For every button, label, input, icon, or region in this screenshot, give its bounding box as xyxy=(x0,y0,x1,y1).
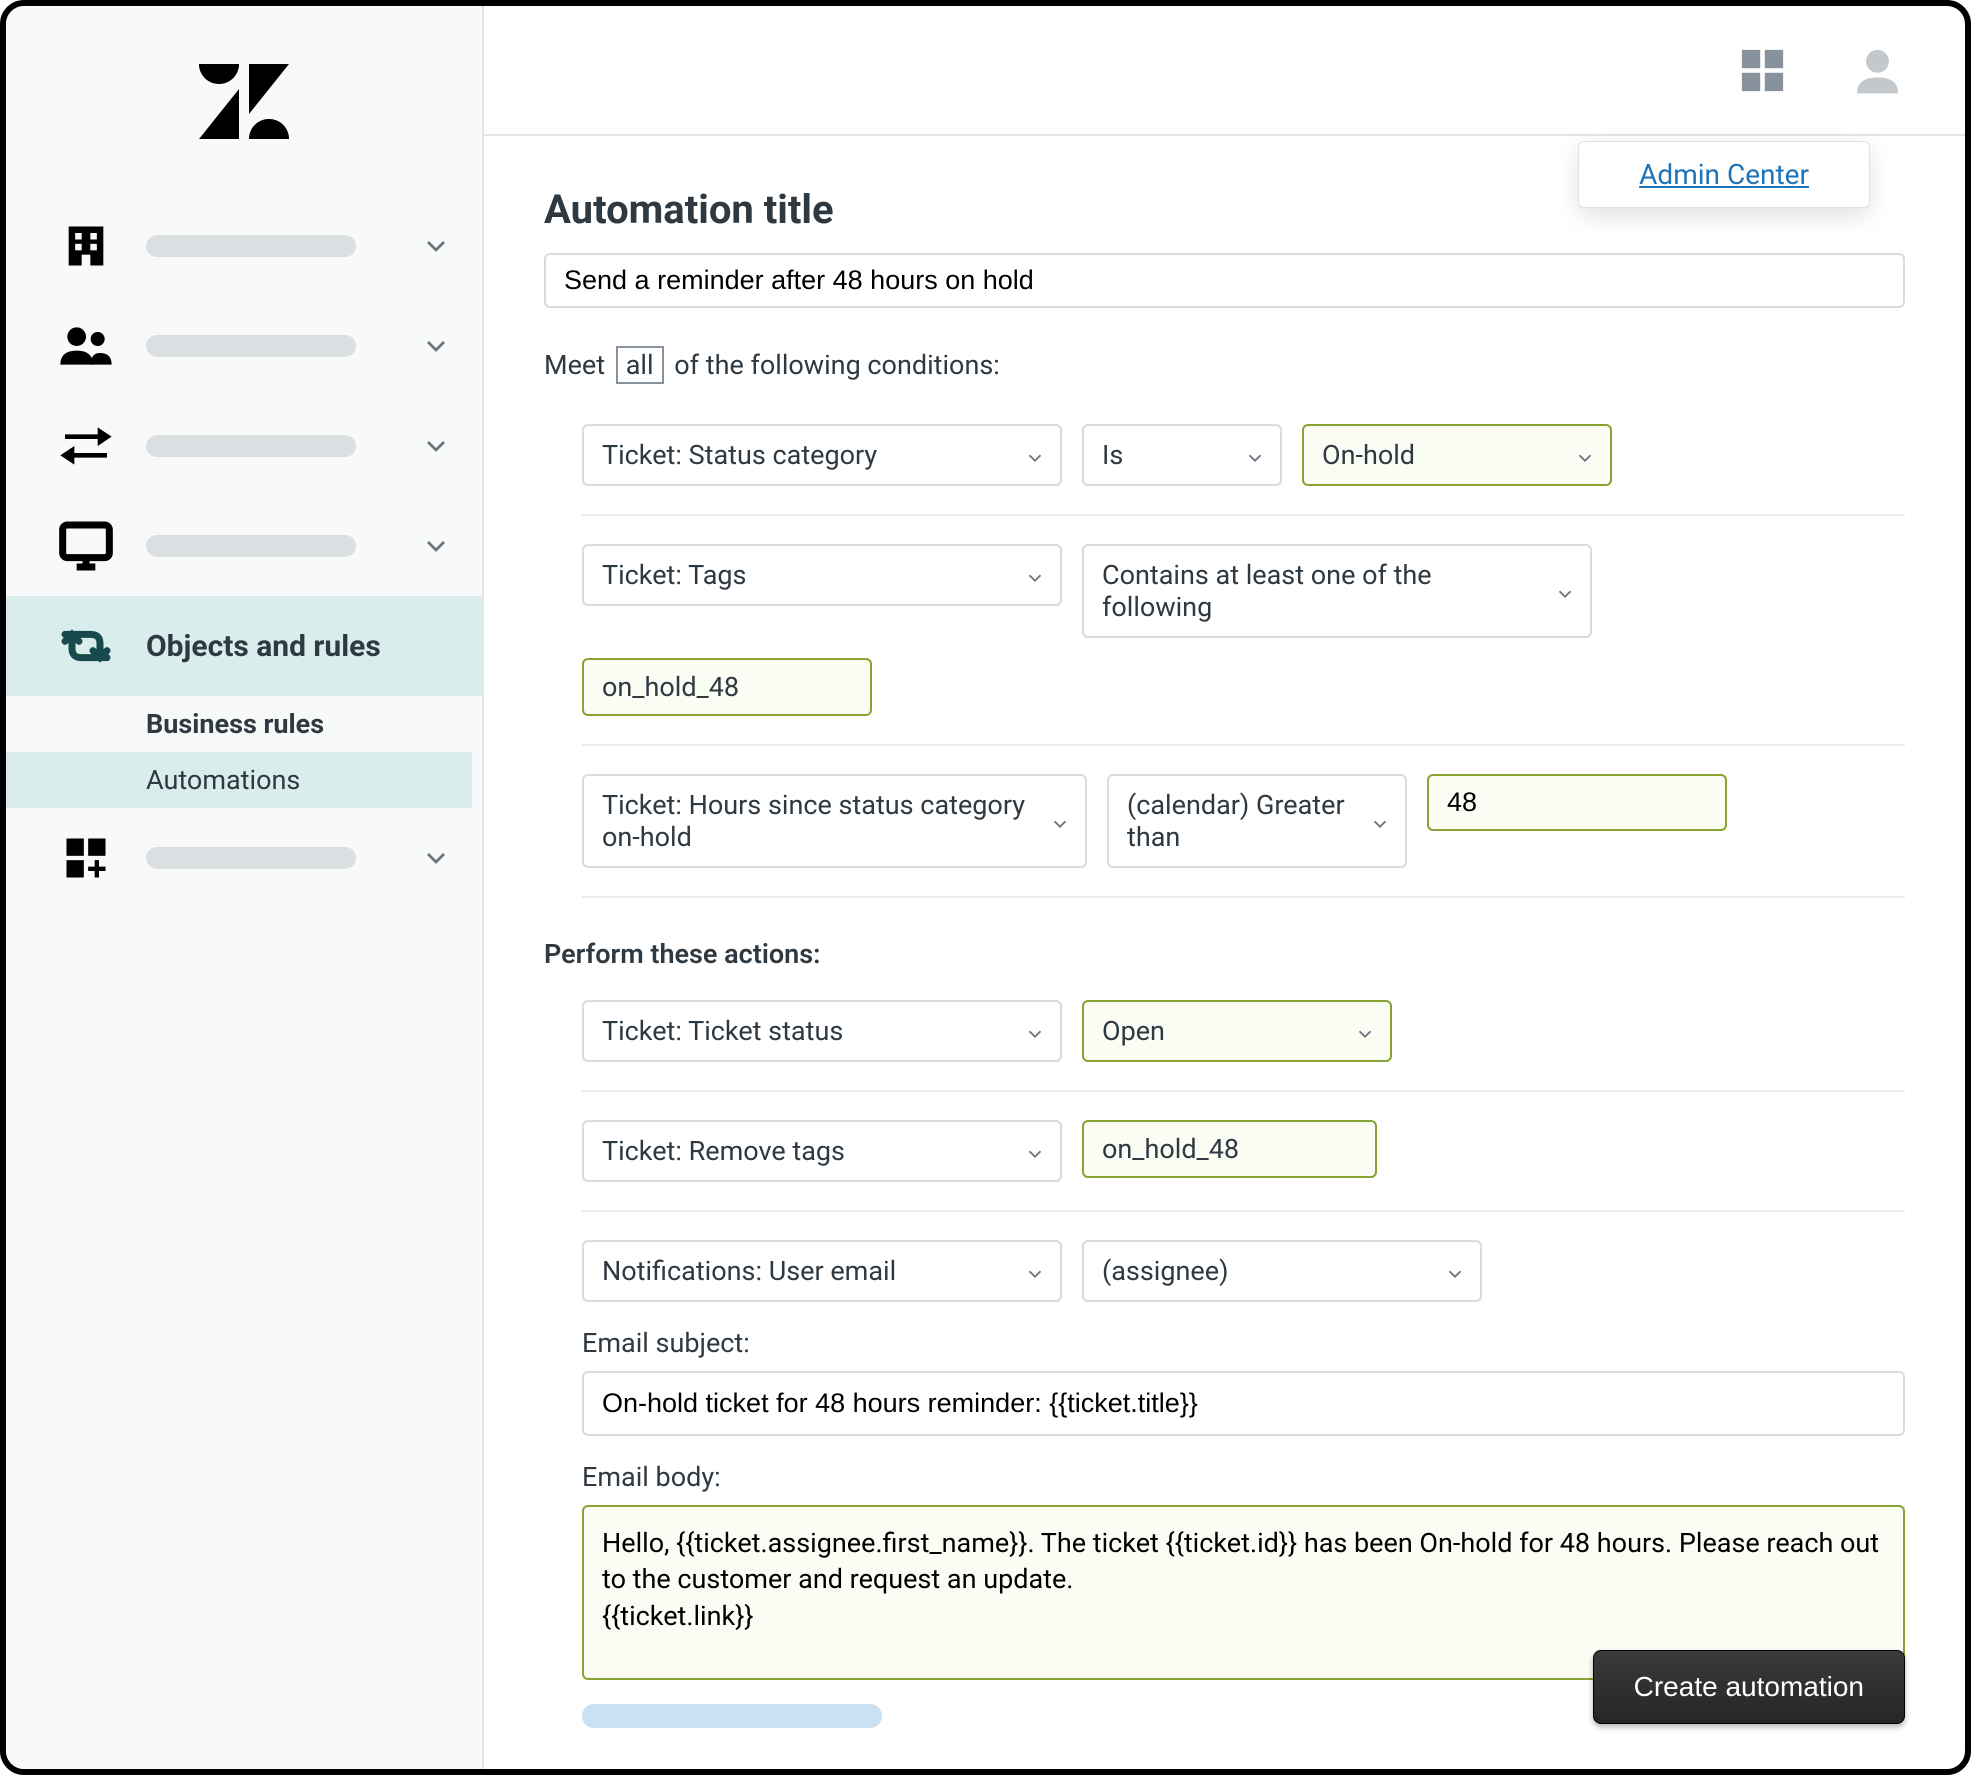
building-icon xyxy=(56,216,116,276)
email-subject-label: Email subject: xyxy=(582,1327,1905,1359)
condition-operator-select[interactable]: (calendar) Greater than xyxy=(1107,774,1407,868)
conditions-intro: Meet all of the following conditions: xyxy=(544,346,1905,384)
action-tag-input[interactable]: on_hold_48 xyxy=(1082,1120,1377,1178)
nav-item-people[interactable] xyxy=(6,296,482,396)
topbar xyxy=(484,6,1965,136)
chevron-down-icon xyxy=(1024,1020,1046,1042)
condition-row: Ticket: Hours since status category on-h… xyxy=(582,774,1905,868)
action-value-select[interactable]: (assignee) xyxy=(1082,1240,1482,1302)
subnav-business-rules[interactable]: Business rules xyxy=(146,696,482,752)
content: Automation title Meet all of the followi… xyxy=(484,136,1965,1769)
condition-field-select[interactable]: Ticket: Status category xyxy=(582,424,1062,486)
divider xyxy=(582,744,1905,746)
nav-item-apps[interactable] xyxy=(6,808,482,908)
condition-field-select[interactable]: Ticket: Hours since status category on-h… xyxy=(582,774,1087,868)
sub-nav: Business rules Automations xyxy=(6,696,482,808)
routing-icon xyxy=(56,616,116,676)
add-action-placeholder[interactable] xyxy=(582,1704,882,1728)
logo-wrap xyxy=(6,6,482,196)
action-field-select[interactable]: Notifications: User email xyxy=(582,1240,1062,1302)
action-value-select[interactable]: Open xyxy=(1082,1000,1392,1062)
chevron-down-icon xyxy=(1024,444,1046,466)
create-automation-button[interactable]: Create automation xyxy=(1593,1650,1905,1724)
nav-item-channels[interactable] xyxy=(6,396,482,496)
nav-placeholder xyxy=(146,235,356,257)
nav-placeholder xyxy=(146,847,356,869)
products-grid-icon[interactable] xyxy=(1735,43,1790,98)
nav-item-objects-rules[interactable]: Objects and rules xyxy=(6,596,482,696)
chevron-down-icon xyxy=(1369,810,1391,832)
nav-item-workspaces[interactable] xyxy=(6,196,482,296)
divider xyxy=(582,1090,1905,1092)
condition-value-select[interactable]: On-hold xyxy=(1302,424,1612,486)
chevron-down-icon xyxy=(1574,444,1596,466)
condition-value-input[interactable] xyxy=(1427,774,1727,831)
email-subject-input[interactable] xyxy=(582,1371,1905,1436)
chevron-down-icon xyxy=(1354,1020,1376,1042)
admin-center-tooltip[interactable]: Admin Center xyxy=(1578,141,1870,208)
zendesk-logo-icon xyxy=(199,64,289,139)
divider xyxy=(582,514,1905,516)
profile-icon[interactable] xyxy=(1850,43,1905,98)
meet-prefix: Meet xyxy=(544,349,605,381)
condition-row: Ticket: Tags Contains at least one of th… xyxy=(582,544,1905,638)
automation-title-input[interactable] xyxy=(544,253,1905,308)
chevron-down-icon xyxy=(1444,1260,1466,1282)
condition-tag-row: on_hold_48 xyxy=(582,658,1905,716)
chevron-down-icon xyxy=(1024,1140,1046,1162)
chevron-down-icon xyxy=(1554,580,1576,602)
action-row: Ticket: Remove tags on_hold_48 xyxy=(582,1120,1905,1182)
app-window: Objects and rules Business rules Automat… xyxy=(0,0,1971,1775)
divider xyxy=(582,1210,1905,1212)
actions-label: Perform these actions: xyxy=(544,938,1905,970)
nav-label: Objects and rules xyxy=(146,629,452,664)
chevron-down-icon xyxy=(420,842,452,874)
sidebar: Objects and rules Business rules Automat… xyxy=(6,6,484,1769)
chevron-down-icon xyxy=(420,230,452,262)
monitor-icon xyxy=(56,516,116,576)
chevron-down-icon xyxy=(420,530,452,562)
main: Admin Center Automation title Meet all o… xyxy=(484,6,1965,1769)
divider xyxy=(582,896,1905,898)
action-row: Notifications: User email (assignee) xyxy=(582,1240,1905,1302)
condition-field-select[interactable]: Ticket: Tags xyxy=(582,544,1062,606)
condition-operator-select[interactable]: Is xyxy=(1082,424,1282,486)
chevron-down-icon xyxy=(1024,1260,1046,1282)
action-field-select[interactable]: Ticket: Remove tags xyxy=(582,1120,1062,1182)
people-icon xyxy=(56,316,116,376)
condition-tag-input[interactable]: on_hold_48 xyxy=(582,658,872,716)
arrows-icon xyxy=(56,416,116,476)
condition-mode-select[interactable]: all xyxy=(616,346,664,384)
chevron-down-icon xyxy=(420,330,452,362)
nav-placeholder xyxy=(146,435,356,457)
condition-operator-select[interactable]: Contains at least one of the following xyxy=(1082,544,1592,638)
apps-add-icon xyxy=(56,828,116,888)
nav-placeholder xyxy=(146,535,356,557)
chevron-down-icon xyxy=(1244,444,1266,466)
chevron-down-icon xyxy=(1024,564,1046,586)
action-row: Ticket: Ticket status Open xyxy=(582,1000,1905,1062)
email-body-label: Email body: xyxy=(582,1461,1905,1493)
chevron-down-icon xyxy=(420,430,452,462)
action-field-select[interactable]: Ticket: Ticket status xyxy=(582,1000,1062,1062)
nav-item-workspaces-ui[interactable] xyxy=(6,496,482,596)
chevron-down-icon xyxy=(1049,810,1071,832)
meet-suffix: of the following conditions: xyxy=(674,349,1000,381)
subnav-automations[interactable]: Automations xyxy=(6,752,472,808)
nav-placeholder xyxy=(146,335,356,357)
condition-row: Ticket: Status category Is On-hold xyxy=(582,424,1905,486)
